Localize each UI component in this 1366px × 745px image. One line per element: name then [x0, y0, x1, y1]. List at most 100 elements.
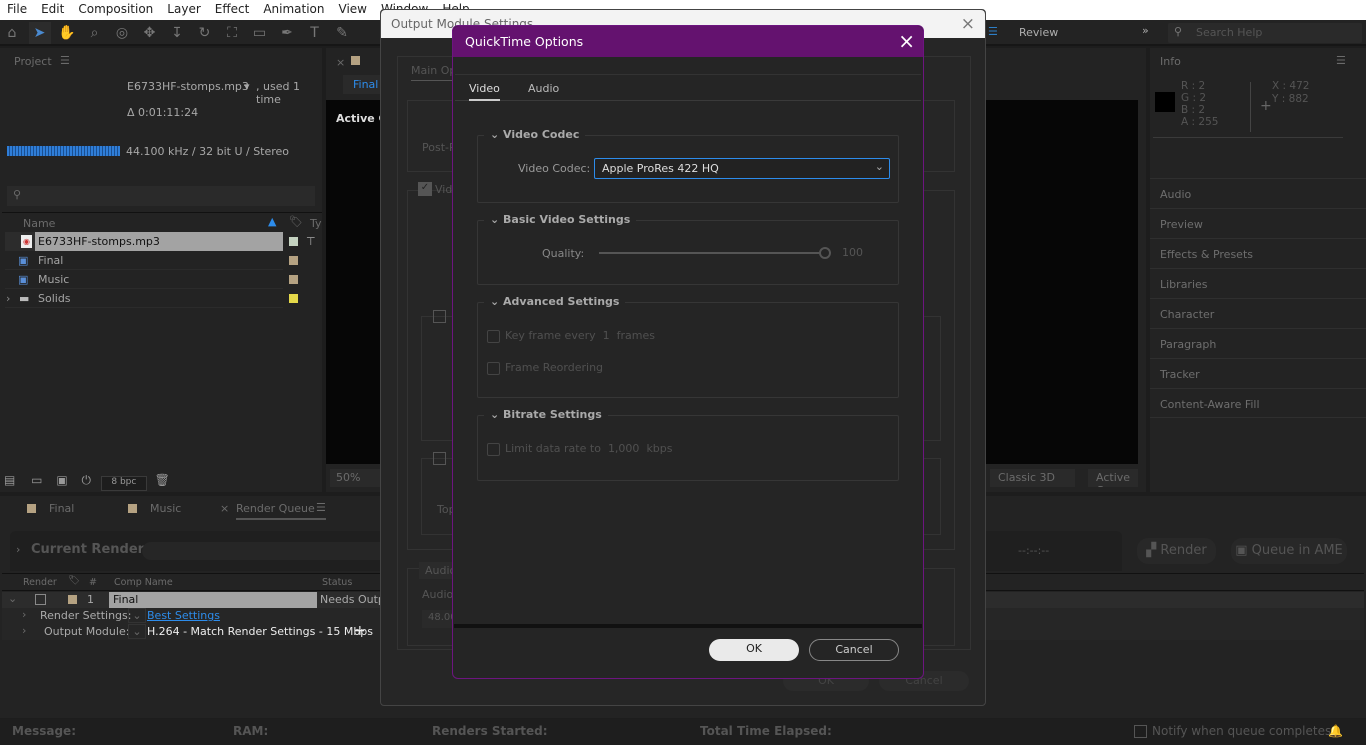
panel-tracker[interactable]: Tracker — [1150, 358, 1366, 388]
pen-tool-icon[interactable]: ✒ — [276, 22, 298, 44]
video-codec-select[interactable]: Apple ProRes 422 HQ ⌄ — [594, 158, 890, 179]
brush-tool-icon[interactable]: ✎ — [331, 22, 353, 44]
expand-chevron-icon[interactable]: › — [6, 289, 10, 308]
zoom-tool-icon[interactable]: ⌕ — [84, 22, 106, 44]
rectangle-tool-icon[interactable]: ▭ — [249, 22, 271, 44]
text-tool-icon[interactable]: T — [304, 22, 326, 44]
quality-slider[interactable] — [599, 247, 831, 259]
col-render[interactable]: Render — [23, 577, 57, 588]
tab-music[interactable]: Music — [150, 502, 181, 515]
panel-menu-icon[interactable]: ☰ — [60, 54, 70, 67]
new-folder-icon[interactable]: ▭ — [31, 473, 42, 487]
label-color[interactable] — [289, 294, 298, 303]
panel-menu-icon[interactable]: ☰ — [316, 501, 326, 514]
project-item[interactable]: › ▬ Solids — [5, 289, 298, 308]
panel-libraries[interactable]: Libraries — [1150, 268, 1366, 298]
label-tag-icon[interactable]: 🏷 — [289, 215, 303, 228]
expand-chevron-icon[interactable]: › — [22, 624, 26, 637]
label-color[interactable] — [289, 237, 298, 246]
close-tab-icon[interactable]: × — [220, 502, 229, 515]
queue-in-ame-button[interactable]: ▣ Queue in AME — [1231, 538, 1347, 564]
workspace-menu-icon[interactable]: ☰ — [988, 25, 998, 38]
col-type[interactable]: Ty — [310, 217, 322, 230]
selection-tool-icon[interactable]: ➤ — [28, 22, 51, 44]
dolly-tool-icon[interactable]: ↧ — [166, 22, 188, 44]
menu-layer[interactable]: Layer — [160, 0, 207, 20]
workspace-review[interactable]: Review — [1019, 26, 1058, 39]
expand-chevron-icon[interactable]: › — [16, 543, 20, 556]
render-settings-dropdown[interactable]: ⌄ — [128, 608, 146, 623]
panel-effects-presets[interactable]: Effects & Presets — [1150, 238, 1366, 268]
close-icon[interactable]: × — [961, 14, 975, 34]
slider-handle[interactable] — [819, 247, 831, 259]
menu-edit[interactable]: Edit — [34, 0, 71, 20]
basic-video-header[interactable]: ⌄ Basic Video Settings — [484, 213, 637, 226]
video-output-checkbox[interactable]: ✓ — [418, 182, 432, 196]
project-item[interactable]: ▣ Final — [5, 251, 298, 270]
video-codec-header[interactable]: ⌄ Video Codec — [484, 128, 586, 141]
panel-paragraph[interactable]: Paragraph — [1150, 328, 1366, 358]
rotate-tool-icon[interactable]: ↻ — [194, 22, 216, 44]
panel-character[interactable]: Character — [1150, 298, 1366, 328]
zoom-select[interactable]: 50% — [330, 469, 380, 487]
collapse-chevron-icon[interactable]: ⌄ — [8, 592, 17, 605]
new-composition-icon[interactable]: ▣ — [56, 473, 67, 487]
close-tab-icon[interactable]: × — [336, 56, 345, 69]
label-color[interactable] — [68, 595, 77, 604]
home-icon[interactable]: ⌂ — [1, 22, 23, 44]
render-settings-link[interactable]: Best Settings — [147, 609, 220, 622]
col-comp-name[interactable]: Comp Name — [114, 577, 173, 588]
notification-settings-icon[interactable]: 🔔 — [1328, 724, 1343, 738]
bitrate-header[interactable]: ⌄ Bitrate Settings — [484, 408, 608, 421]
camera-select[interactable]: Active Ca — [1088, 469, 1138, 487]
close-icon[interactable]: × — [898, 29, 915, 53]
tab-audio[interactable]: Audio — [528, 82, 559, 95]
anchor-tool-icon[interactable]: ⛶ — [221, 22, 243, 44]
menu-view[interactable]: View — [332, 0, 374, 20]
checkbox[interactable] — [433, 452, 446, 465]
col-status[interactable]: Status — [322, 577, 352, 588]
hand-tool-icon[interactable]: ✋ — [56, 22, 78, 44]
advanced-header[interactable]: ⌄ Advanced Settings — [484, 295, 626, 308]
keyframe-checkbox[interactable] — [487, 329, 500, 343]
label-tag-icon[interactable]: 🏷 — [68, 575, 80, 586]
cancel-button[interactable]: Cancel — [809, 639, 899, 661]
render-button[interactable]: ▞ Render — [1137, 538, 1216, 564]
menu-effect[interactable]: Effect — [208, 0, 257, 20]
keyframe-input[interactable]: 1 — [603, 329, 610, 342]
label-color[interactable] — [289, 256, 298, 265]
project-search-input[interactable]: ⚲ — [7, 186, 315, 206]
sort-icon[interactable]: ▲ — [268, 215, 276, 228]
limit-input[interactable]: 1,000 — [608, 442, 640, 455]
trash-icon[interactable]: 🗑 — [155, 473, 170, 487]
panel-preview[interactable]: Preview — [1150, 208, 1366, 238]
more-workspaces-icon[interactable]: » — [1142, 24, 1149, 37]
render-checkbox[interactable] — [35, 594, 46, 605]
panel-menu-icon[interactable]: ☰ — [1336, 54, 1346, 67]
orbit-tool-icon[interactable]: ◎ — [111, 22, 133, 44]
info-title[interactable]: Info — [1160, 55, 1181, 68]
col-number[interactable]: # — [89, 577, 97, 588]
panel-content-aware-fill[interactable]: Content-Aware Fill — [1150, 388, 1366, 418]
dropdown-arrow-icon[interactable]: ▾ — [244, 80, 250, 93]
col-name[interactable]: Name — [23, 217, 55, 230]
menu-composition[interactable]: Composition — [71, 0, 160, 20]
bpc-button[interactable]: 8 bpc — [100, 476, 147, 491]
add-output-icon[interactable]: + — [354, 623, 366, 639]
frame-reordering-checkbox[interactable] — [487, 361, 500, 375]
search-help-input[interactable]: ⚲ Search Help — [1168, 23, 1362, 43]
output-module-dropdown[interactable]: ⌄ — [128, 624, 146, 639]
pan-tool-icon[interactable]: ✥ — [139, 22, 161, 44]
renderer-select[interactable]: Classic 3D — [990, 469, 1075, 487]
menu-animation[interactable]: Animation — [256, 0, 331, 20]
project-title[interactable]: Project — [14, 55, 52, 68]
checkbox[interactable] — [433, 310, 446, 323]
main-options-tab[interactable]: Main Op — [411, 64, 457, 81]
tab-final[interactable]: Final — [49, 502, 74, 515]
ok-button[interactable]: OK — [709, 639, 799, 661]
tab-video[interactable]: Video — [469, 82, 500, 101]
interpret-footage-icon[interactable]: ▤ — [4, 473, 15, 487]
tab-render-queue[interactable]: Render Queue — [236, 502, 326, 520]
expand-chevron-icon[interactable]: › — [22, 608, 26, 621]
label-color[interactable] — [289, 275, 298, 284]
